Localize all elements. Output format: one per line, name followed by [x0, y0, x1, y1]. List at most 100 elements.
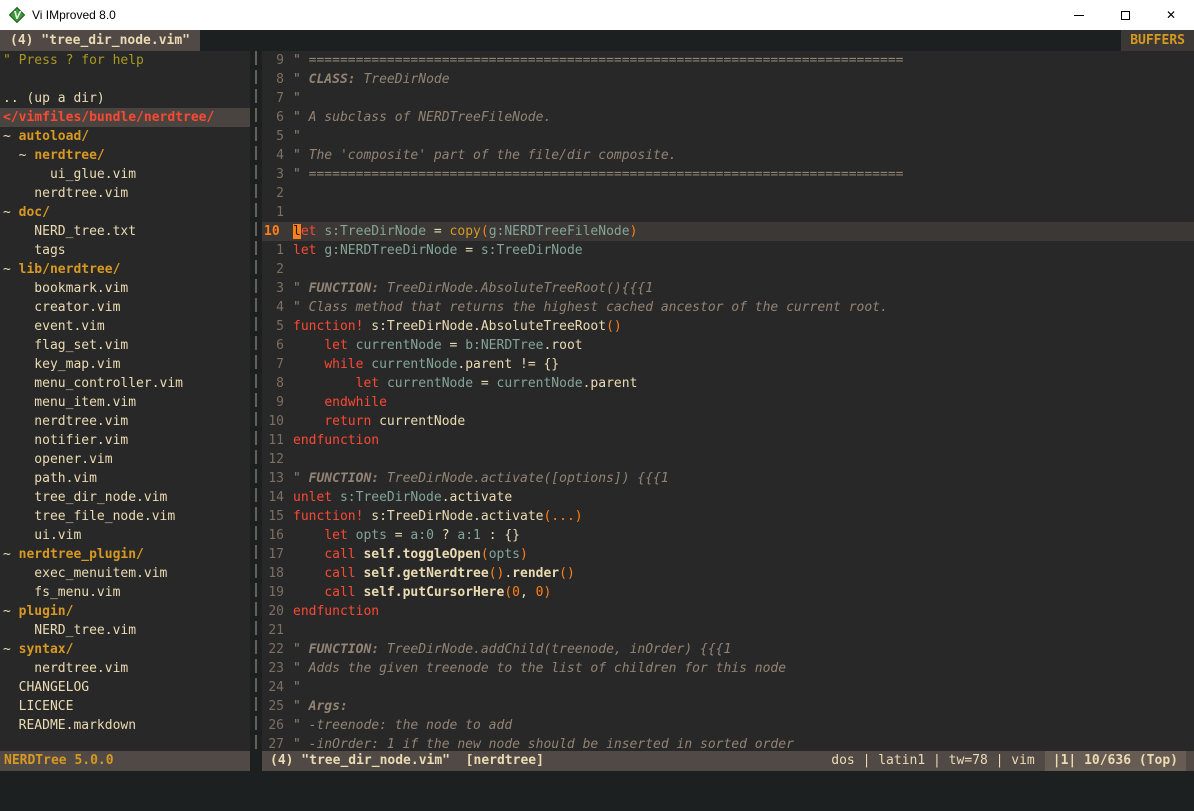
- tree-item[interactable]: tree_file_node.vim: [0, 507, 250, 526]
- editor-line[interactable]: 17 call self.toggleOpen(opts): [262, 545, 1194, 564]
- window-separator[interactable]: [250, 51, 262, 751]
- tree-item[interactable]: event.vim: [0, 317, 250, 336]
- editor-line[interactable]: 6" A subclass of NERDTreeFileNode.: [262, 108, 1194, 127]
- editor-line[interactable]: 21: [262, 621, 1194, 640]
- editor-line[interactable]: 2: [262, 260, 1194, 279]
- line-number: 2: [262, 184, 293, 203]
- editor-line[interactable]: 12: [262, 450, 1194, 469]
- tree-node-label: creator.vim: [3, 300, 120, 315]
- editor-line[interactable]: 27" -inOrder: 1 if the new node should b…: [262, 735, 1194, 751]
- tree-node-label: menu_item.vim: [3, 395, 136, 410]
- tree-item[interactable]: ~ autoload/: [0, 127, 250, 146]
- tree-item[interactable]: ui_glue.vim: [0, 165, 250, 184]
- editor-line[interactable]: 15function! s:TreeDirNode.activate(...): [262, 507, 1194, 526]
- editor-line[interactable]: 8 let currentNode = currentNode.parent: [262, 374, 1194, 393]
- editor-line[interactable]: 10 return currentNode: [262, 412, 1194, 431]
- minimize-button[interactable]: [1056, 0, 1102, 30]
- tree-item[interactable]: exec_menuitem.vim: [0, 564, 250, 583]
- code-text: " FUNCTION: TreeDirNode.addChild(treenod…: [293, 640, 731, 659]
- code-text: unlet s:TreeDirNode.activate: [293, 488, 512, 507]
- tree-item[interactable]: NERD_tree.vim: [0, 621, 250, 640]
- editor-line[interactable]: 23" Adds the given treenode to the list …: [262, 659, 1194, 678]
- tree-item[interactable]: ~ nerdtree/: [0, 146, 250, 165]
- cursor: l: [293, 224, 301, 239]
- editor-line[interactable]: 4" Class method that returns the highest…: [262, 298, 1194, 317]
- tab-tree-dir-node[interactable]: (4) "tree_dir_node.vim": [0, 30, 200, 51]
- command-line[interactable]: [0, 771, 1194, 811]
- editor-line[interactable]: 19 call self.putCursorHere(0, 0): [262, 583, 1194, 602]
- editor-line[interactable]: 3" FUNCTION: TreeDirNode.AbsoluteTreeRoo…: [262, 279, 1194, 298]
- editor-line[interactable]: 1let g:NERDTreeDirNode = s:TreeDirNode: [262, 241, 1194, 260]
- editor-line[interactable]: 9 endwhile: [262, 393, 1194, 412]
- tree-item[interactable]: menu_item.vim: [0, 393, 250, 412]
- tree-item[interactable]: fs_menu.vim: [0, 583, 250, 602]
- line-number: 3: [262, 165, 293, 184]
- tree-item[interactable]: </vimfiles/bundle/nerdtree/: [0, 108, 250, 127]
- tree-item[interactable]: ~ nerdtree_plugin/: [0, 545, 250, 564]
- tree-item[interactable]: key_map.vim: [0, 355, 250, 374]
- tree-item[interactable]: tags: [0, 241, 250, 260]
- editor-line[interactable]: 4" The 'composite' part of the file/dir …: [262, 146, 1194, 165]
- tree-item[interactable]: README.markdown: [0, 716, 250, 735]
- vim-logo-icon[interactable]: [9, 7, 25, 23]
- code-text: " Class method that returns the highest …: [293, 298, 888, 317]
- tree-node-label: tree_file_node.vim: [3, 509, 175, 524]
- editor-line[interactable]: 22" FUNCTION: TreeDirNode.addChild(treen…: [262, 640, 1194, 659]
- editor-line[interactable]: 10let s:TreeDirNode = copy(g:NERDTreeFil…: [262, 222, 1194, 241]
- editor-line[interactable]: 25" Args:: [262, 697, 1194, 716]
- tree-node-label: exec_menuitem.vim: [3, 566, 167, 581]
- tree-item[interactable]: tree_dir_node.vim: [0, 488, 250, 507]
- tabline-fill: [200, 30, 1121, 51]
- editor-line[interactable]: 16 let opts = a:0 ? a:1 : {}: [262, 526, 1194, 545]
- tree-item[interactable]: ~ lib/nerdtree/: [0, 260, 250, 279]
- editor-line[interactable]: 20endfunction: [262, 602, 1194, 621]
- editor-line[interactable]: 6 let currentNode = b:NERDTree.root: [262, 336, 1194, 355]
- editor-line[interactable]: 14unlet s:TreeDirNode.activate: [262, 488, 1194, 507]
- editor-line[interactable]: 24": [262, 678, 1194, 697]
- tabline: (4) "tree_dir_node.vim" BUFFERS: [0, 30, 1194, 51]
- editor-line[interactable]: 5": [262, 127, 1194, 146]
- tree-item[interactable]: notifier.vim: [0, 431, 250, 450]
- editor-line[interactable]: 13" FUNCTION: TreeDirNode.activate([opti…: [262, 469, 1194, 488]
- editor-line[interactable]: 5function! s:TreeDirNode.AbsoluteTreeRoo…: [262, 317, 1194, 336]
- tree-item[interactable]: ~ plugin/: [0, 602, 250, 621]
- close-button[interactable]: ✕: [1148, 0, 1194, 30]
- tree-node-label: menu_controller.vim: [3, 376, 183, 391]
- tree-item[interactable]: NERD_tree.txt: [0, 222, 250, 241]
- editor-line[interactable]: 2: [262, 184, 1194, 203]
- tree-item[interactable]: nerdtree.vim: [0, 659, 250, 678]
- tree-item[interactable]: " Press ? for help: [0, 51, 250, 70]
- tree-item[interactable]: CHANGELOG: [0, 678, 250, 697]
- editor-line[interactable]: 7": [262, 89, 1194, 108]
- editor-line[interactable]: 26" -treenode: the node to add: [262, 716, 1194, 735]
- tree-item[interactable]: bookmark.vim: [0, 279, 250, 298]
- titlebar-drag-area[interactable]: [116, 0, 1056, 30]
- tree-item[interactable]: ~ syntax/: [0, 640, 250, 659]
- editor-line[interactable]: 8" CLASS: TreeDirNode: [262, 70, 1194, 89]
- editor-line[interactable]: 1: [262, 203, 1194, 222]
- tree-item[interactable]: menu_controller.vim: [0, 374, 250, 393]
- code-text: " FUNCTION: TreeDirNode.AbsoluteTreeRoot…: [293, 279, 653, 298]
- tree-item[interactable]: LICENCE: [0, 697, 250, 716]
- code-text: " FUNCTION: TreeDirNode.activate([option…: [293, 469, 669, 488]
- tree-item[interactable]: path.vim: [0, 469, 250, 488]
- tree-item[interactable]: .. (up a dir): [0, 89, 250, 108]
- tree-node-label: flag_set.vim: [3, 338, 128, 353]
- editor-line[interactable]: 7 while currentNode.parent != {}: [262, 355, 1194, 374]
- tree-item[interactable]: creator.vim: [0, 298, 250, 317]
- editor-line[interactable]: 18 call self.getNerdtree().render(): [262, 564, 1194, 583]
- editor-line[interactable]: 11endfunction: [262, 431, 1194, 450]
- tree-item[interactable]: nerdtree.vim: [0, 412, 250, 431]
- maximize-icon: [1121, 11, 1130, 20]
- editor-line[interactable]: 3" =====================================…: [262, 165, 1194, 184]
- tree-item[interactable]: nerdtree.vim: [0, 184, 250, 203]
- tree-item[interactable]: flag_set.vim: [0, 336, 250, 355]
- buffers-label: BUFFERS: [1121, 30, 1194, 51]
- maximize-button[interactable]: [1102, 0, 1148, 30]
- tree-item[interactable]: ui.vim: [0, 526, 250, 545]
- editor-line[interactable]: 9" =====================================…: [262, 51, 1194, 70]
- line-number: 18: [262, 564, 293, 583]
- tree-item[interactable]: opener.vim: [0, 450, 250, 469]
- line-number: 4: [262, 298, 293, 317]
- tree-item[interactable]: ~ doc/: [0, 203, 250, 222]
